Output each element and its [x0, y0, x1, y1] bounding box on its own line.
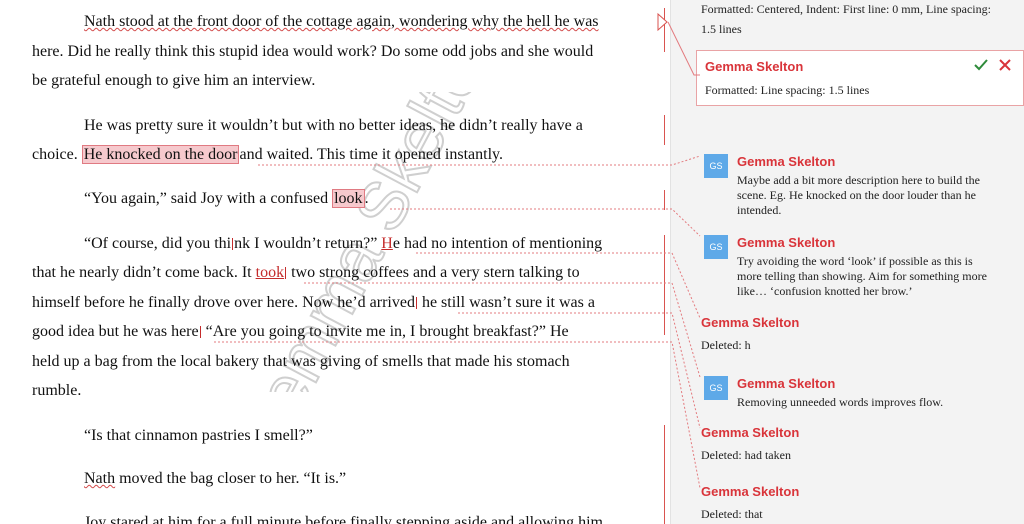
revision-text: Deleted: h [701, 338, 751, 352]
insertion-took[interactable]: took [256, 264, 284, 281]
text-run: choice. [32, 146, 82, 163]
x-icon [999, 59, 1011, 71]
comment-highlight-look[interactable]: look [332, 189, 365, 208]
comment-text: like… ‘confusion knotted her brow.’ [737, 284, 913, 298]
comment-author: Gemma Skelton [701, 315, 800, 330]
comment-card[interactable]: GS Gemma Skelton Try avoiding the word ‘… [701, 233, 1021, 303]
document-area[interactable]: Gemma Skelton Nath stood at the front do… [0, 0, 670, 524]
deletion-marker [285, 267, 287, 279]
text-run: good idea but he was here [32, 323, 199, 340]
comment-text: more telling than showing. Aim for somet… [737, 269, 987, 283]
check-icon [974, 59, 988, 71]
text-cursor [232, 238, 234, 250]
text-run: himself before he finally drove over her… [32, 294, 415, 311]
comment-text: Removing unneeded words improves flow. [737, 395, 944, 409]
comment-author: Gemma Skelton [737, 154, 836, 169]
doc-line[interactable]: Nath stood at the front door of the cott… [84, 13, 599, 31]
text-run: “Of course, did you thi [84, 235, 232, 252]
text-run: he still wasn’t sure it was a [417, 294, 595, 311]
avatar: GS [704, 154, 728, 178]
doc-line[interactable]: that he nearly didn’t come back. It took… [32, 264, 580, 282]
comment-text: scene. Eg. He knocked on the door louder… [737, 188, 976, 202]
revision-text: Deleted: that [701, 507, 763, 521]
comment-author: Gemma Skelton [701, 425, 800, 440]
revision-card[interactable]: Gemma Skelton Deleted: h [701, 315, 1021, 355]
text-run: “You again,” said Joy with a confused [84, 190, 333, 207]
text-run: and waited. This time it opened instantl… [239, 146, 503, 163]
comment-text: intended. [737, 203, 782, 217]
change-bar [664, 235, 665, 335]
doc-line[interactable]: Joy stared at him for a full minute befo… [84, 514, 603, 524]
insertion-mark[interactable]: H [381, 235, 393, 252]
comment-card[interactable]: GS Gemma Skelton Removing unneeded words… [701, 374, 1021, 414]
revision-card[interactable]: Gemma Skelton Deleted: that [701, 484, 1021, 524]
text-run: “Are you going to invite me in, I brough… [201, 323, 569, 340]
doc-line[interactable]: be grateful enough to give him an interv… [32, 72, 315, 90]
change-bar [664, 8, 665, 52]
deletion-marker [199, 326, 201, 338]
deletion-marker [415, 297, 417, 309]
text-run: e had no intention of mentioning [392, 235, 603, 252]
doc-line[interactable]: “Of course, did you thi nk I wouldn’t ret… [84, 235, 602, 253]
revision-card[interactable]: Gemma Skelton Deleted: had taken [701, 425, 1021, 465]
change-bar [664, 190, 665, 210]
change-bar [664, 115, 665, 145]
comment-highlight-door[interactable]: He knocked on the door [81, 145, 240, 164]
doc-line[interactable]: good idea but he was here “Are you going… [32, 323, 569, 341]
comment-text: Try avoiding the word ‘look’ if possible… [737, 254, 973, 268]
comment-author: Gemma Skelton [737, 235, 836, 250]
revision-text: Deleted: had taken [701, 448, 791, 462]
doc-line[interactable]: “You again,” said Joy with a confused lo… [84, 189, 369, 208]
comment-text: Maybe add a bit more description here to… [737, 173, 980, 187]
text-run: moved the bag closer to her. “It is.” [115, 470, 347, 487]
doc-line[interactable]: held up a bag from the local bakery that… [32, 353, 570, 371]
comment-author: Gemma Skelton [705, 59, 804, 74]
doc-line[interactable]: rumble. [32, 382, 81, 400]
comment-author: Gemma Skelton [701, 484, 800, 499]
accept-change-button[interactable] [973, 57, 989, 73]
comment-card[interactable]: GS Gemma Skelton Maybe add a bit more de… [701, 152, 1021, 222]
doc-line[interactable]: “Is that cinnamon pastries I smell?” [84, 427, 313, 445]
spelling-word[interactable]: Nath [84, 470, 115, 487]
doc-line[interactable]: choice. He knocked on the door and waited… [32, 145, 503, 164]
spelling-word[interactable]: Nath stood at the front door of the cott… [84, 13, 599, 30]
doc-line[interactable]: He was pretty sure it wouldn’t but with … [84, 117, 583, 135]
doc-line[interactable]: Nath moved the bag closer to her. “It is… [84, 470, 346, 488]
markup-pane: Formatted: Centered, Indent: First line:… [670, 0, 1024, 524]
format-note-cont: 1.5 lines [701, 22, 742, 36]
change-bar [664, 425, 665, 524]
text-run: nk I wouldn’t return?” [234, 235, 382, 252]
comment-author: Gemma Skelton [737, 376, 836, 391]
doc-line[interactable]: here. Did he really think this stupid id… [32, 43, 593, 61]
revision-card-active[interactable]: Gemma Skelton Formatted: Line spacing: 1… [696, 50, 1024, 106]
text-run: . [364, 190, 369, 207]
avatar: GS [704, 235, 728, 259]
text-run: that he nearly didn’t come back. It [32, 264, 256, 281]
doc-line[interactable]: himself before he finally drove over her… [32, 294, 595, 312]
reject-change-button[interactable] [997, 57, 1013, 73]
revision-text: Formatted: Line spacing: 1.5 lines [705, 83, 870, 97]
text-run: two strong coffees and a very stern talk… [287, 264, 580, 281]
format-note[interactable]: Formatted: Centered, Indent: First line:… [701, 0, 1021, 18]
avatar: GS [704, 376, 728, 400]
